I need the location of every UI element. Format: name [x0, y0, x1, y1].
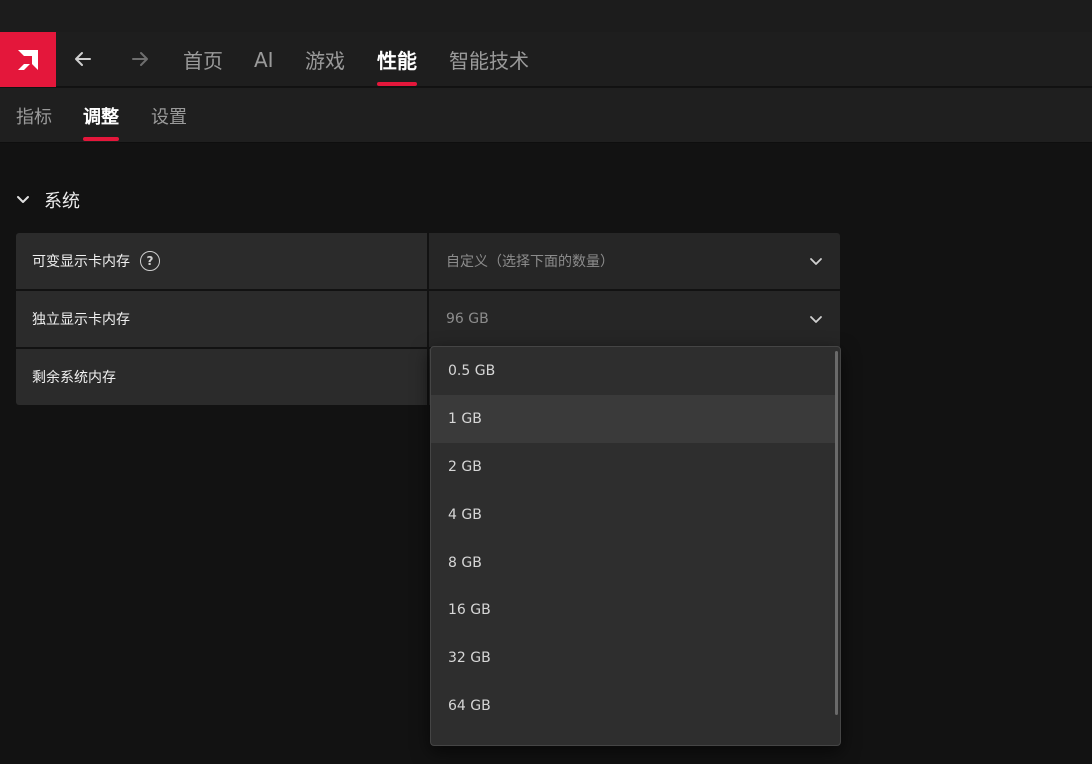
subtab-metrics-label: 指标: [16, 106, 52, 128]
tab-ai-label: AI: [254, 47, 274, 72]
setting-label-cell: 剩余系统内存: [16, 349, 427, 405]
subtab-metrics[interactable]: 指标: [16, 88, 52, 143]
forward-button[interactable]: [126, 45, 154, 73]
setting-row-dedicated-graphics-memory: 独立显示卡内存 96 GB: [16, 291, 840, 347]
amd-logo[interactable]: [0, 32, 56, 87]
setting-row-variable-graphics-memory: 可变显示卡内存 ? 自定义（选择下面的数量）: [16, 233, 840, 289]
dropdown-option-label: 32 GB: [448, 650, 491, 666]
dropdown-option-label: 1 GB: [448, 411, 482, 427]
tab-gaming[interactable]: 游戏: [305, 32, 345, 87]
chevron-down-icon: [810, 316, 822, 323]
active-tab-indicator: [377, 82, 417, 86]
dropdown-option[interactable]: 2 GB: [431, 443, 835, 491]
active-subtab-indicator: [83, 137, 119, 141]
dropdown-option[interactable]: 16 GB: [431, 586, 835, 634]
chevron-down-icon: [17, 196, 29, 203]
setting-label: 独立显示卡内存: [32, 312, 130, 328]
top-navigation: 首页 AI 游戏 性能 智能技术: [0, 32, 1092, 87]
arrow-left-icon: [75, 52, 91, 66]
tab-performance[interactable]: 性能: [377, 32, 417, 87]
tab-gaming-label: 游戏: [305, 49, 345, 73]
variable-graphics-memory-select[interactable]: 自定义（选择下面的数量）: [429, 233, 840, 289]
back-button[interactable]: [69, 45, 97, 73]
tab-smart-tech[interactable]: 智能技术: [449, 32, 529, 87]
subtab-settings-label: 设置: [151, 106, 187, 128]
memory-size-dropdown-list: 0.5 GB 1 GB 2 GB 4 GB 8 GB 16 GB 32 GB 6…: [430, 346, 841, 746]
dropdown-option[interactable]: 8 GB: [431, 539, 835, 587]
select-value: 96 GB: [446, 311, 489, 327]
dropdown-option-label: 4 GB: [448, 507, 482, 523]
setting-label: 剩余系统内存: [32, 370, 116, 386]
sub-navigation: 指标 调整 设置: [0, 88, 1092, 143]
help-icon[interactable]: ?: [140, 251, 160, 271]
tab-ai[interactable]: AI: [254, 32, 274, 87]
select-value: 自定义（选择下面的数量）: [446, 254, 614, 270]
subtab-settings[interactable]: 设置: [151, 88, 187, 143]
tab-home[interactable]: 首页: [183, 32, 223, 87]
dropdown-scrollbar[interactable]: [835, 351, 838, 715]
setting-label: 可变显示卡内存: [32, 254, 130, 270]
amd-logo-icon: [18, 49, 38, 70]
dedicated-graphics-memory-select[interactable]: 96 GB: [429, 291, 840, 347]
subtab-tuning[interactable]: 调整: [83, 88, 119, 143]
dropdown-option[interactable]: 4 GB: [431, 491, 835, 539]
tab-performance-label: 性能: [377, 49, 417, 73]
dropdown-option-label: 64 GB: [448, 698, 491, 714]
arrow-right-icon: [132, 52, 148, 66]
tab-home-label: 首页: [183, 49, 223, 73]
dropdown-option[interactable]: 32 GB: [431, 634, 835, 682]
dropdown-option[interactable]: 64 GB: [431, 682, 835, 730]
subtab-tuning-label: 调整: [83, 106, 119, 128]
dropdown-option-label: 2 GB: [448, 459, 482, 475]
dropdown-option[interactable]: 0.5 GB: [431, 347, 835, 395]
dropdown-option-label: 16 GB: [448, 602, 491, 618]
dropdown-option-label: 0.5 GB: [448, 363, 496, 379]
dropdown-option[interactable]: 1 GB: [431, 395, 835, 443]
tab-smart-tech-label: 智能技术: [449, 49, 529, 73]
window-titlebar: [0, 0, 1092, 32]
setting-label-cell: 独立显示卡内存: [16, 291, 427, 347]
section-system-header[interactable]: 系统: [16, 186, 80, 214]
chevron-down-icon: [810, 258, 822, 265]
dropdown-option-label: 8 GB: [448, 555, 482, 571]
setting-label-cell: 可变显示卡内存 ?: [16, 233, 427, 289]
section-title: 系统: [44, 191, 80, 212]
